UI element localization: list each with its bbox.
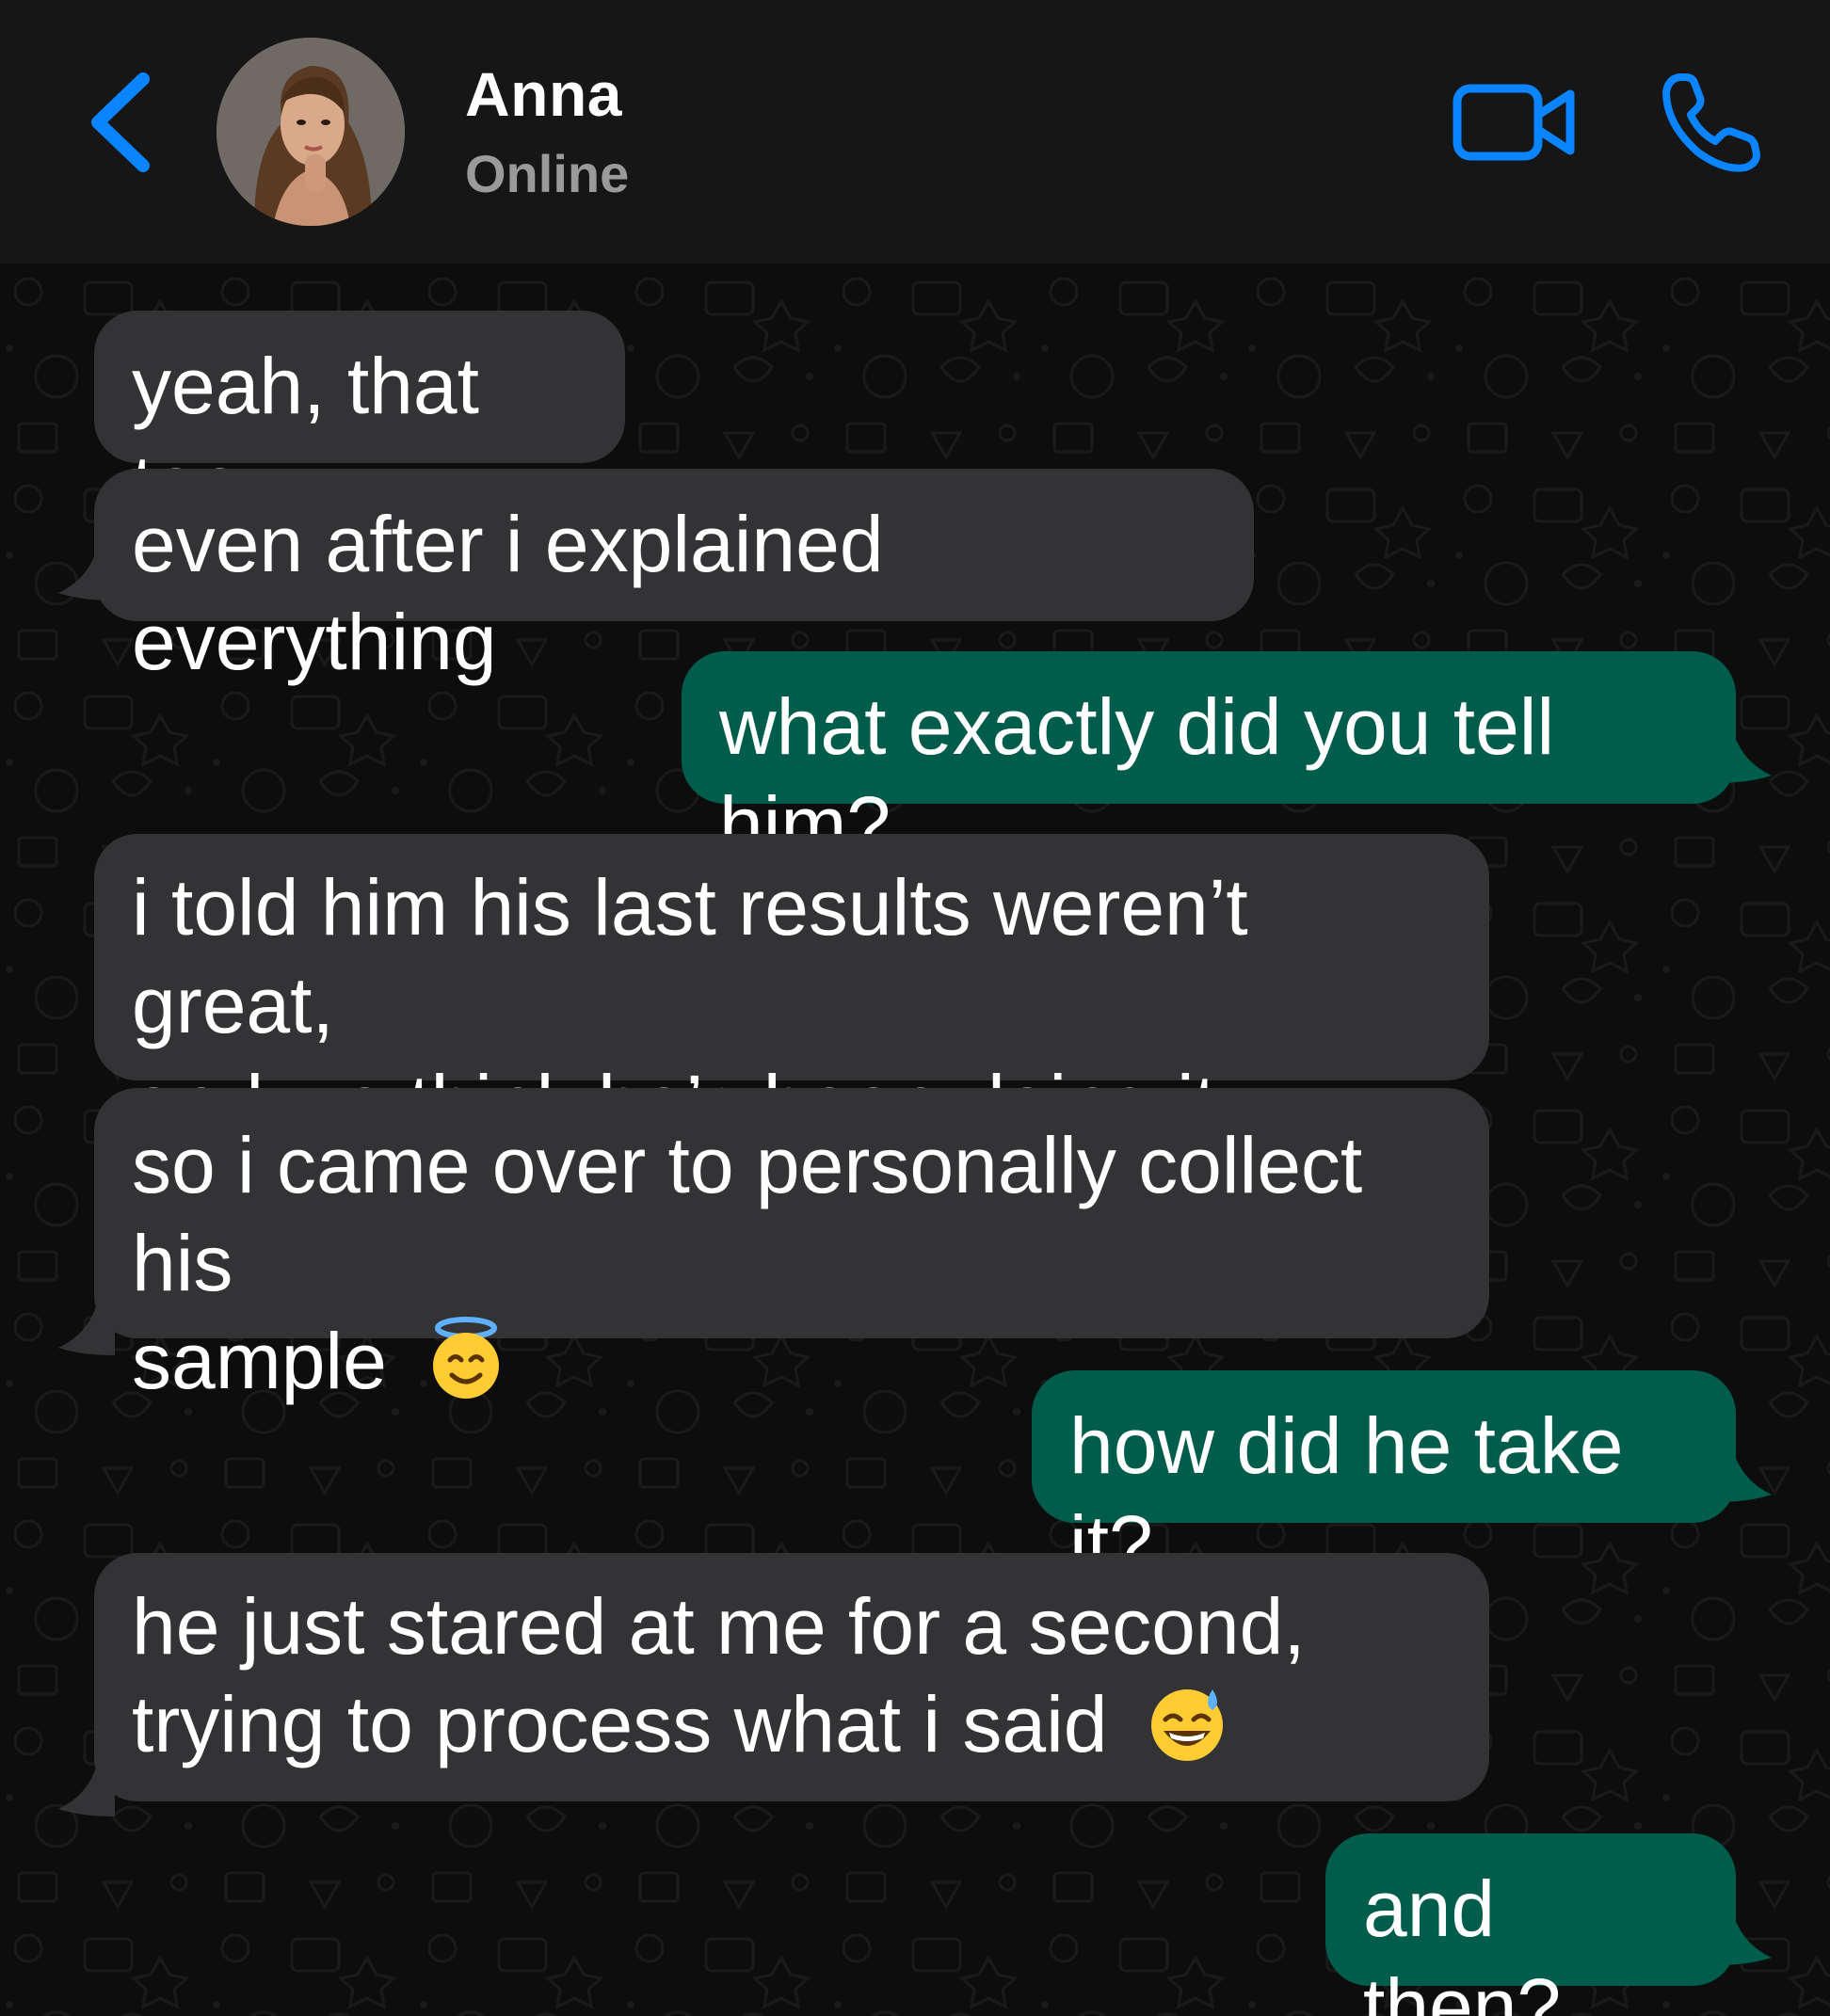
message-text: and then? — [1363, 1864, 1562, 2016]
video-camera-icon — [1453, 84, 1575, 161]
message-bubble-incoming[interactable]: he just stared at me for a second, tryin… — [94, 1553, 1489, 1801]
grinning-face-with-sweat-emoji — [1150, 1689, 1223, 1761]
message-list[interactable]: yeah, that too even after i explained ev… — [0, 264, 1830, 2016]
message-text-line: he just stared at me for a second, — [132, 1582, 1306, 1671]
message-text-line: so i came over to personally collect his — [132, 1121, 1363, 1307]
message-bubble-outgoing[interactable]: what exactly did you tell him? — [682, 651, 1736, 869]
contact-status: Online — [465, 144, 630, 203]
video-call-button[interactable] — [1450, 75, 1581, 169]
message-bubble-incoming[interactable]: yeah, that too — [94, 311, 625, 528]
message-bubble-incoming[interactable]: even after i explained everything — [94, 469, 1254, 686]
voice-call-button[interactable] — [1659, 70, 1762, 175]
message-text-line: i told him his last results weren’t grea… — [132, 863, 1248, 1049]
chevron-left-icon — [91, 72, 150, 172]
message-bubble-outgoing[interactable]: how did he take it? — [1032, 1370, 1736, 1588]
chat-header: Anna Online — [0, 0, 1830, 264]
message-bubble-outgoing[interactable]: and then? — [1325, 1833, 1736, 2016]
phone-icon — [1662, 73, 1760, 172]
smiling-face-with-halo-emoji — [433, 1317, 500, 1399]
back-button[interactable] — [77, 66, 162, 179]
contact-name[interactable]: Anna — [465, 58, 622, 130]
message-text-line: trying to process what i said — [132, 1680, 1108, 1768]
message-bubble-incoming[interactable]: i told him his last results weren’t grea… — [94, 834, 1489, 1245]
message-text-line: sample — [132, 1317, 387, 1405]
message-bubble-incoming[interactable]: so i came over to personally collect his… — [94, 1088, 1489, 1405]
contact-avatar[interactable] — [217, 38, 405, 226]
